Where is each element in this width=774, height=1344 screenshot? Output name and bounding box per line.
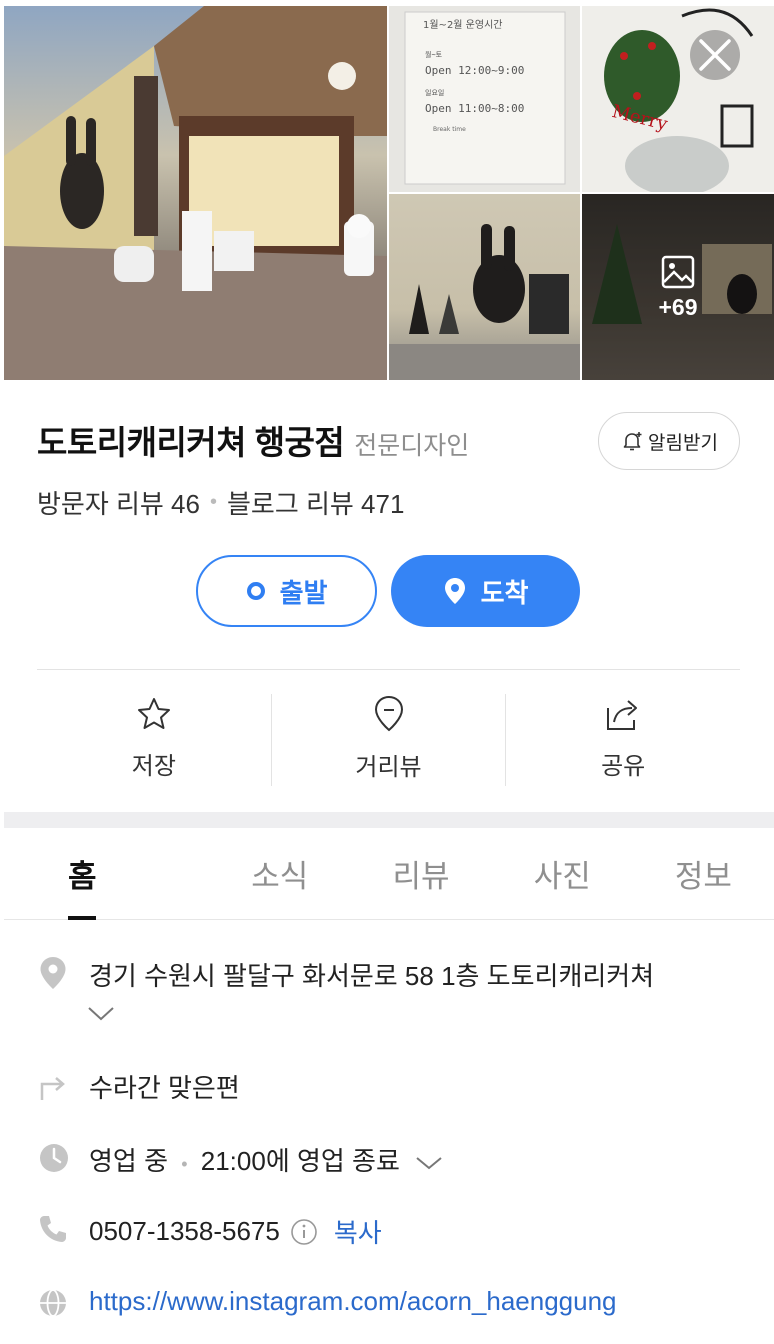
bell-plus-icon <box>623 432 642 451</box>
tab-news[interactable]: 소식 <box>209 828 350 919</box>
separator-dot: • <box>209 491 217 513</box>
phone-icon <box>40 1216 66 1242</box>
close-button[interactable] <box>690 30 740 80</box>
closing-time: 21:00에 영업 종료 <box>200 1146 400 1176</box>
info-circle-icon[interactable] <box>290 1218 318 1246</box>
business-hours[interactable]: 영업 중 • 21:00에 영업 종료 <box>89 1141 443 1178</box>
share-button[interactable]: 공유 <box>506 690 740 786</box>
arrive-label: 도착 <box>480 577 529 608</box>
close-icon <box>699 39 731 71</box>
street-view-pin-icon <box>374 695 403 731</box>
directions-text: 수라간 맞은편 <box>89 1073 240 1103</box>
mural-photo[interactable] <box>389 194 580 380</box>
hours-board-heading: 1월~2월 운영시간 <box>423 20 503 31</box>
chevron-down-icon[interactable] <box>415 1155 443 1171</box>
phone-number[interactable]: 0507-1358-5675 <box>89 1216 280 1247</box>
copy-phone-button[interactable]: 복사 <box>334 1213 382 1250</box>
tab-reviews[interactable]: 리뷰 <box>350 828 491 919</box>
directions-arrow-icon <box>40 1077 65 1100</box>
separator-dot: • <box>181 1154 188 1174</box>
clock-icon <box>40 1144 68 1172</box>
section-divider <box>4 812 774 828</box>
tab-info[interactable]: 정보 <box>633 828 774 919</box>
tab-photos[interactable]: 사진 <box>492 828 633 919</box>
blog-review-link[interactable]: 블로그 리뷰 471 <box>227 484 404 521</box>
chevron-down-icon[interactable] <box>86 1004 116 1022</box>
street-view-button[interactable]: 거리뷰 <box>272 690 506 786</box>
share-label: 공유 <box>601 752 646 780</box>
more-photos-count: +69 <box>658 293 698 320</box>
christmas-decor-photo[interactable]: Merry <box>582 6 774 192</box>
depart-button[interactable]: 출발 <box>196 555 377 627</box>
open-status: 영업 중 <box>89 1146 168 1176</box>
hours-board-weekday-label: 월~토 <box>425 51 443 59</box>
hours-board-weekday: Open 12:00~9:00 <box>425 64 525 77</box>
image-icon <box>661 255 695 288</box>
hours-board-sunday-label: 일요일 <box>425 89 445 97</box>
website-link[interactable]: https://www.instagram.com/acorn_haenggun… <box>89 1286 617 1317</box>
map-pin-icon <box>444 578 465 604</box>
alarm-button[interactable]: 알림받기 <box>598 412 740 470</box>
tab-bar: 홈 소식 리뷰 사진 정보 <box>4 828 774 920</box>
alarm-button-label: 알림받기 <box>648 432 718 454</box>
hours-board-break: Break time <box>433 126 466 133</box>
place-name: 도토리캐리커쳐 행궁점 <box>37 424 345 461</box>
hours-board-photo[interactable]: 1월~2월 운영시간 월~토 Open 12:00~9:00 일요일 Open … <box>389 6 580 192</box>
hours-board-sunday: Open 11:00~8:00 <box>425 102 525 115</box>
photo-gallery: 1월~2월 운영시간 월~토 Open 12:00~9:00 일요일 Open … <box>4 6 774 380</box>
save-label: 저장 <box>131 752 176 780</box>
divider <box>37 669 740 670</box>
share-icon <box>607 699 638 730</box>
storefront-photo[interactable] <box>4 6 387 380</box>
depart-label: 출발 <box>279 577 328 608</box>
star-icon <box>137 697 170 729</box>
arrive-button[interactable]: 도착 <box>391 555 580 627</box>
action-bar: 저장 거리뷰 공유 <box>37 690 740 786</box>
location-pin-icon <box>40 957 66 989</box>
globe-icon <box>40 1289 66 1317</box>
address-text: 경기 수원시 팔달구 화서문로 58 1층 도토리캐리커쳐 <box>89 961 655 991</box>
street-view-label: 거리뷰 <box>355 753 422 781</box>
place-category: 전문디자인 <box>354 432 470 460</box>
tab-home[interactable]: 홈 <box>4 828 209 920</box>
save-button[interactable]: 저장 <box>37 690 271 786</box>
origin-dot-icon <box>246 582 265 600</box>
title-row: 도토리캐리커쳐 행궁점 전문디자인 <box>37 416 469 464</box>
review-summary: 방문자 리뷰 46 • 블로그 리뷰 471 <box>37 484 404 521</box>
phone-row: 0507-1358-5675 복사 <box>89 1213 382 1250</box>
visitor-review-link[interactable]: 방문자 리뷰 46 <box>37 484 200 521</box>
more-photos-button[interactable]: +69 <box>582 194 774 380</box>
